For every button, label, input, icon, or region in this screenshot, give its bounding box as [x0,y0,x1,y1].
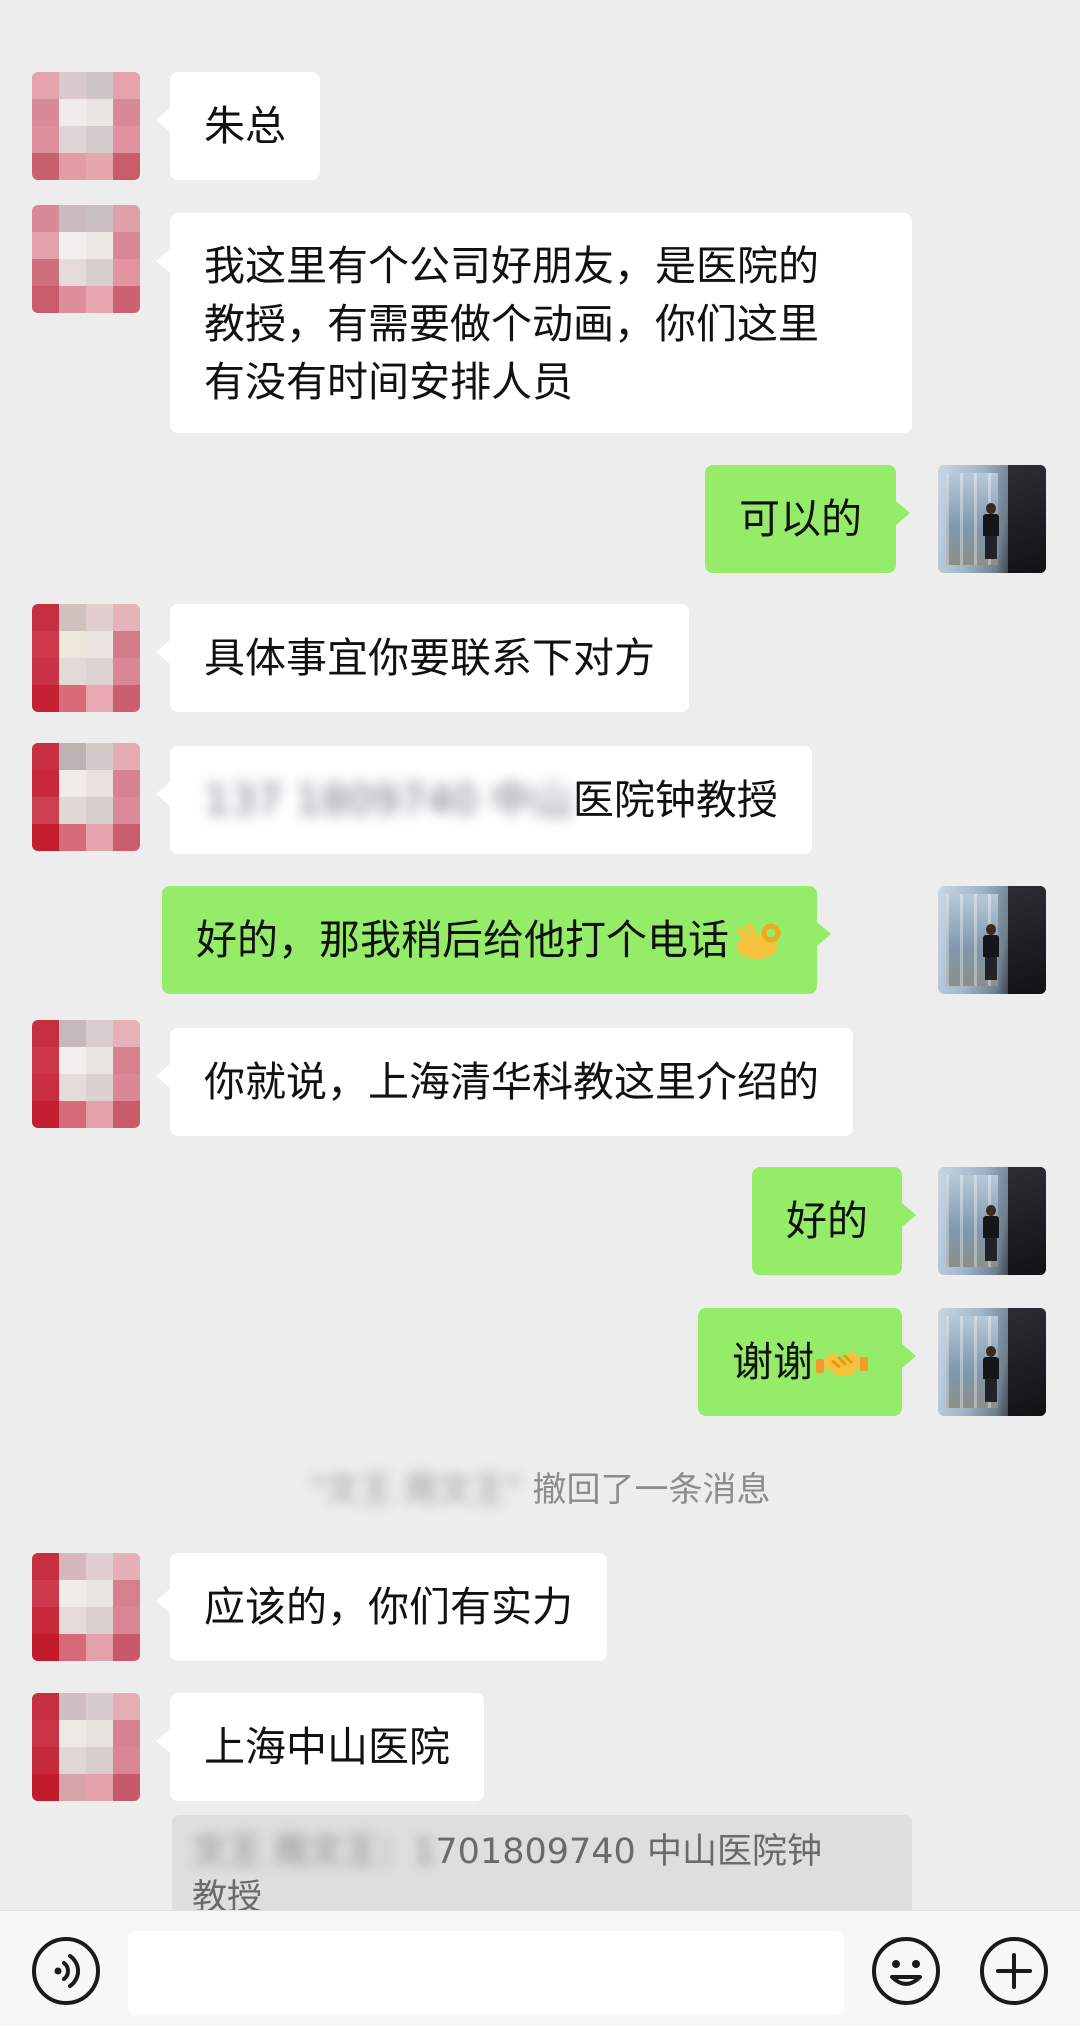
pixelated-avatar [32,743,140,851]
emoji-icon[interactable] [868,1933,944,2009]
message-input[interactable] [128,1931,844,2015]
voice-icon[interactable] [28,1933,104,2009]
input-bar [0,1910,1080,2026]
quoted-message[interactable]: 文王 周文王：1701809740 中山医院钟 教授 [172,1815,912,1910]
chat-area[interactable]: 朱总 我这里有个公司好朋友，是医院的 教授，有需要做个动画，你们这里 有没有时间… [0,0,1080,1910]
pixelated-avatar [32,604,140,712]
my-avatar[interactable] [938,1308,1046,1416]
contact-avatar[interactable] [32,743,140,851]
contact-avatar[interactable] [32,1693,140,1801]
pixelated-avatar [32,205,140,313]
incoming-message[interactable]: 我这里有个公司好朋友，是医院的 教授，有需要做个动画，你们这里 有没有时间安排人… [156,213,912,433]
outgoing-message[interactable]: 好的，那我稍后给他打个电话 [162,886,831,994]
handshake-emoji [816,1351,868,1375]
profile-photo [938,465,1046,573]
ok-hand-emoji [737,923,781,959]
incoming-message[interactable]: 137 1809740 中山 医院钟教授 [156,746,812,854]
pixelated-avatar [32,1553,140,1661]
contact-avatar[interactable] [32,1020,140,1128]
contact-avatar[interactable] [32,1553,140,1661]
incoming-message[interactable]: 应该的，你们有实力 [156,1553,607,1661]
pixelated-avatar [32,72,140,180]
my-avatar[interactable] [938,886,1046,994]
my-avatar[interactable] [938,465,1046,573]
profile-photo [938,1308,1046,1416]
outgoing-message[interactable]: 可以的 [705,465,910,573]
outgoing-message[interactable]: 谢谢 [698,1308,916,1416]
pixelated-avatar [32,1693,140,1801]
pixelated-avatar [32,1020,140,1128]
blurred-phone: 137 1809740 中山 [204,776,573,824]
profile-photo [938,1167,1046,1275]
contact-avatar[interactable] [32,205,140,313]
incoming-message[interactable]: 具体事宜你要联系下对方 [156,604,689,712]
incoming-message[interactable]: 上海中山医院 [156,1693,484,1801]
blurred-name: 文王 周文王：1 [192,1832,436,1872]
outgoing-message[interactable]: 好的 [752,1167,916,1275]
contact-avatar[interactable] [32,604,140,712]
contact-avatar[interactable] [32,72,140,180]
incoming-message[interactable]: 你就说，上海清华科教这里介绍的 [156,1028,853,1136]
profile-photo [938,886,1046,994]
incoming-message[interactable]: 朱总 [156,72,320,180]
my-avatar[interactable] [938,1167,1046,1275]
plus-icon[interactable] [976,1933,1052,2009]
blurred-name: "文王 周文王" [309,1470,522,1510]
recall-notice: "文王 周文王" 撤回了一条消息 [309,1470,771,1510]
